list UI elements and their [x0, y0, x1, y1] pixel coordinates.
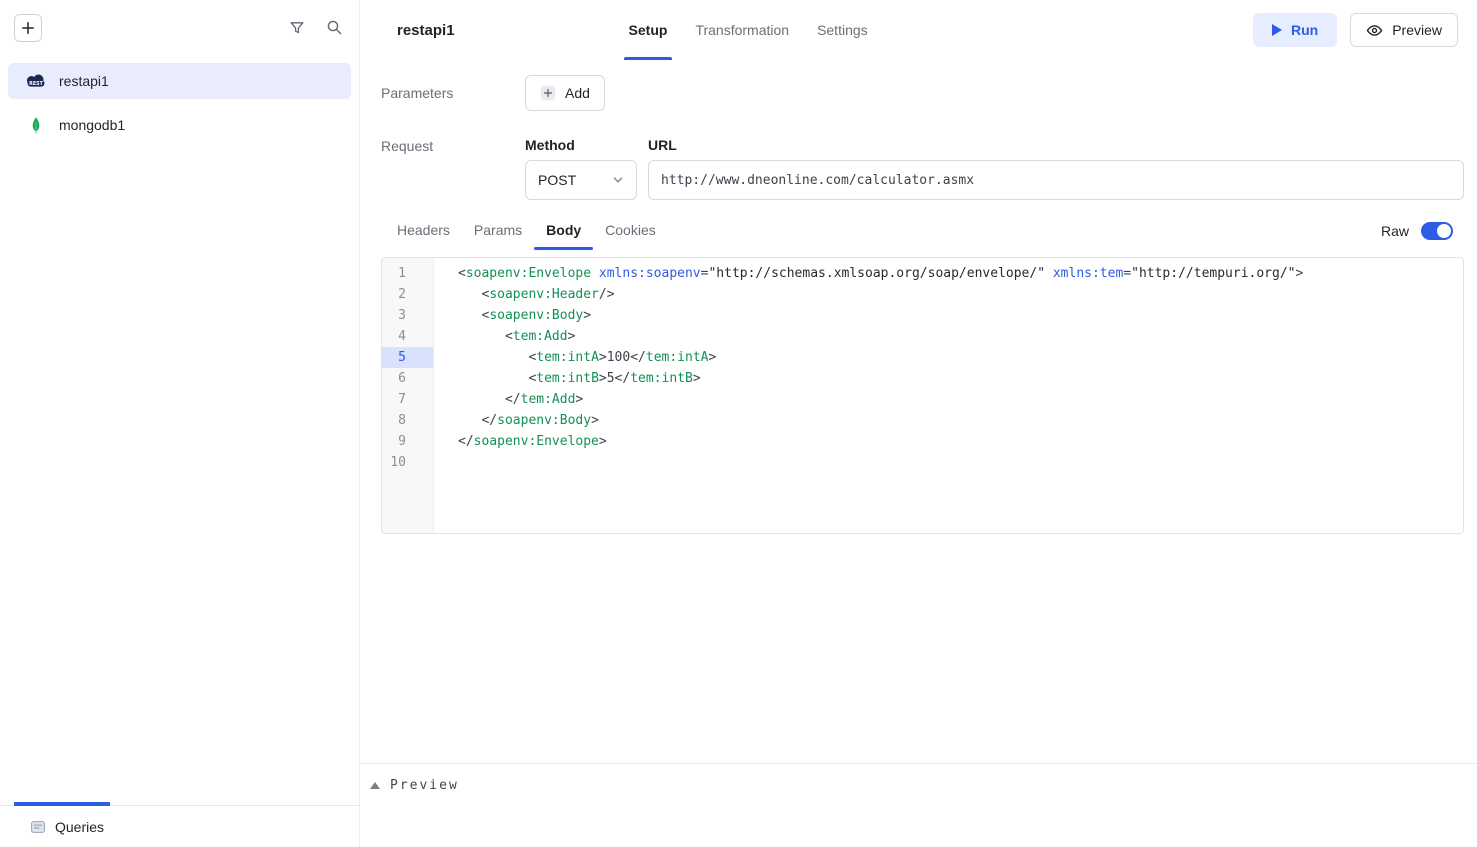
query-item-restapi1[interactable]: REST restapi1 [8, 63, 351, 99]
method-selected-value: POST [538, 172, 576, 188]
rest-api-icon: REST [24, 73, 48, 89]
sidebar: REST restapi1 mongodb1 Queries [0, 0, 360, 847]
setup-content: Parameters Add Request Method POST [360, 60, 1477, 763]
search-icon[interactable] [326, 19, 343, 36]
editor-code: <soapenv:Envelope xmlns:soapenv="http://… [434, 258, 1463, 533]
request-fields: Method POST URL [525, 137, 1464, 200]
page-title: restapi1 [397, 22, 455, 39]
header-actions: Run Preview [1253, 13, 1458, 47]
add-button-label: Add [565, 85, 590, 101]
line-number: 6 [382, 368, 433, 389]
main-panel: restapi1 SetupTransformationSettings Run… [360, 0, 1477, 847]
raw-label: Raw [1381, 223, 1409, 239]
url-input[interactable] [648, 160, 1464, 200]
response-preview-toggle[interactable]: Preview [370, 778, 1477, 793]
svg-text:REST: REST [29, 81, 43, 87]
play-icon [1272, 24, 1282, 36]
code-line: </soapenv:Body> [458, 410, 1463, 431]
query-item-label: restapi1 [59, 73, 109, 89]
query-item-label: mongodb1 [59, 117, 125, 133]
editor-gutter: 12345678910 [382, 258, 434, 533]
code-line: </tem:Add> [458, 389, 1463, 410]
eye-icon [1366, 22, 1383, 39]
body-tabs-row: HeadersParamsBodyCookies Raw [381, 212, 1464, 250]
url-field: URL [648, 137, 1464, 200]
sidebar-toolbar [0, 0, 359, 55]
plus-square-icon [540, 85, 556, 101]
body-tabs: HeadersParamsBodyCookies [385, 212, 668, 250]
line-number: 1 [382, 263, 433, 284]
code-line: <tem:Add> [458, 326, 1463, 347]
run-button[interactable]: Run [1253, 13, 1337, 47]
queries-tab-label: Queries [55, 819, 104, 835]
tab-setup[interactable]: Setup [615, 0, 682, 60]
query-header: restapi1 SetupTransformationSettings Run… [360, 0, 1477, 60]
mongodb-icon [24, 116, 48, 134]
raw-toggle-group: Raw [1381, 222, 1464, 240]
body-editor[interactable]: 12345678910 <soapenv:Envelope xmlns:soap… [381, 257, 1464, 534]
line-number: 7 [382, 389, 433, 410]
add-parameter-button[interactable]: Add [525, 75, 605, 111]
toggle-knob [1437, 224, 1451, 238]
line-number: 10 [382, 452, 433, 473]
method-select[interactable]: POST [525, 160, 637, 200]
plus-icon [21, 21, 35, 35]
query-list: REST restapi1 mongodb1 [0, 55, 359, 805]
line-number: 3 [382, 305, 433, 326]
run-button-label: Run [1291, 22, 1318, 38]
body-tab-cookies[interactable]: Cookies [593, 212, 668, 250]
preview-button[interactable]: Preview [1350, 13, 1458, 47]
main-tabs: SetupTransformationSettings [615, 0, 882, 60]
url-label: URL [648, 137, 1464, 153]
active-tab-indicator [14, 802, 110, 806]
request-row: Request Method POST URL [381, 137, 1464, 200]
code-line: <soapenv:Envelope xmlns:soapenv="http://… [458, 263, 1463, 284]
collapse-up-icon [370, 782, 380, 789]
code-line: </soapenv:Envelope> [458, 431, 1463, 452]
body-tab-body[interactable]: Body [534, 212, 593, 250]
filter-icon[interactable] [289, 20, 305, 36]
sidebar-toolbar-icons [289, 19, 343, 36]
sidebar-bottom-bar: Queries [0, 805, 359, 847]
tab-settings[interactable]: Settings [803, 0, 882, 60]
chevron-down-icon [612, 174, 624, 186]
line-number: 2 [382, 284, 433, 305]
body-tab-headers[interactable]: Headers [385, 212, 462, 250]
code-line: <soapenv:Header/> [458, 284, 1463, 305]
response-preview-label: Preview [390, 778, 459, 793]
code-line: <tem:intB>5</tem:intB> [458, 368, 1463, 389]
line-number: 5 [382, 347, 433, 368]
line-number: 8 [382, 410, 433, 431]
body-tab-params[interactable]: Params [462, 212, 534, 250]
query-item-mongodb1[interactable]: mongodb1 [8, 107, 351, 143]
new-query-button[interactable] [14, 14, 42, 42]
queries-icon [30, 819, 46, 835]
line-number: 9 [382, 431, 433, 452]
method-label: Method [525, 137, 637, 153]
code-line: <tem:intA>100</tem:intA> [458, 347, 1463, 368]
request-label: Request [381, 137, 525, 154]
tab-queries[interactable]: Queries [14, 819, 104, 835]
tab-transformation[interactable]: Transformation [681, 0, 803, 60]
method-field: Method POST [525, 137, 637, 200]
line-number: 4 [382, 326, 433, 347]
code-line: <soapenv:Body> [458, 305, 1463, 326]
parameters-label: Parameters [381, 85, 525, 101]
raw-toggle[interactable] [1421, 222, 1453, 240]
preview-button-label: Preview [1392, 22, 1442, 38]
app-root: REST restapi1 mongodb1 Queries restapi1 Se… [0, 0, 1477, 847]
parameters-row: Parameters Add [381, 75, 1464, 111]
response-panel: Preview [360, 763, 1477, 847]
code-line [458, 452, 1463, 473]
